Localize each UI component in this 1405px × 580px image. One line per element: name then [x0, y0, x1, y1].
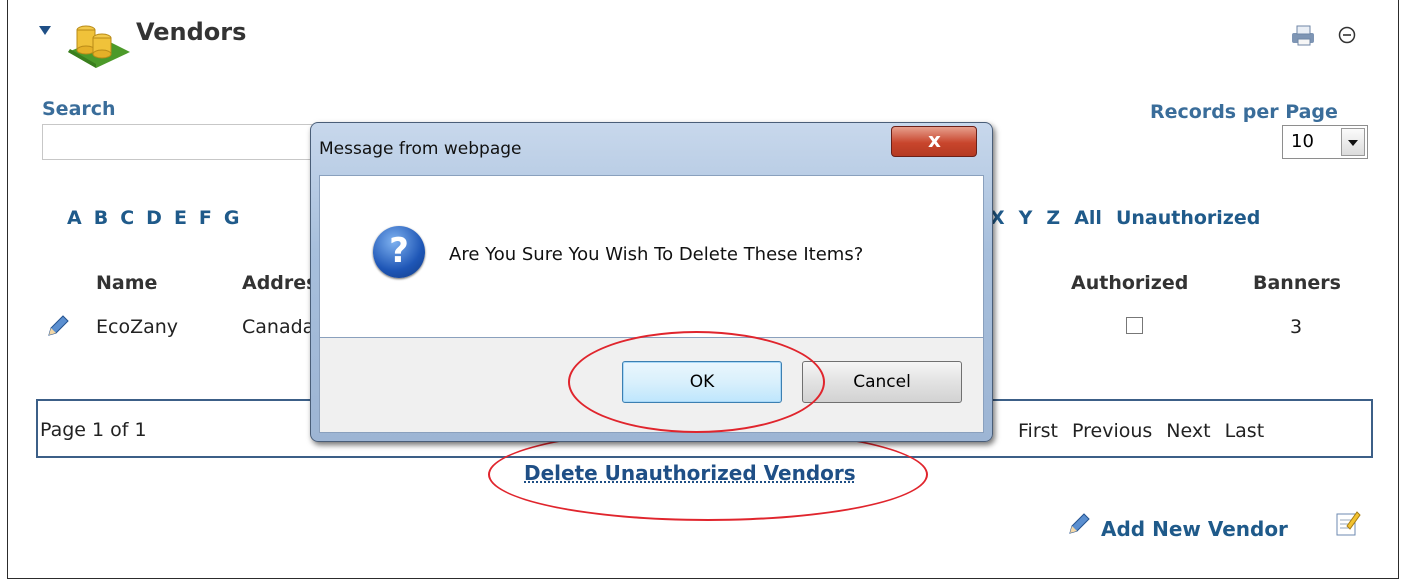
row-address: Canada [242, 316, 315, 338]
confirm-dialog: Message from webpage x ? Are You Sure Yo… [310, 122, 993, 442]
alphabet-filter-left: ABCDEFG [67, 207, 240, 229]
column-header-name[interactable]: Name [96, 272, 157, 294]
minimize-icon[interactable] [1338, 26, 1356, 44]
notepad-edit-icon[interactable] [1335, 509, 1361, 537]
pager-previous-link[interactable]: Previous [1072, 420, 1152, 442]
pencil-icon[interactable] [1066, 511, 1092, 537]
row-authorized-checkbox[interactable] [1126, 317, 1143, 334]
row-banners: 3 [1290, 316, 1303, 338]
alphabet-filter-right: X Y Z All Unauthorized [990, 207, 1260, 229]
module-title: Vendors [136, 18, 247, 46]
cancel-button[interactable]: Cancel [802, 361, 962, 403]
search-input[interactable] [42, 124, 312, 160]
add-new-vendor-link[interactable]: Add New Vendor [1101, 517, 1288, 541]
delete-unauthorized-vendors-link[interactable]: Delete Unauthorized Vendors [524, 461, 856, 485]
row-name: EcoZany [96, 316, 179, 338]
column-header-banners[interactable]: Banners [1253, 272, 1341, 294]
edit-pencil-icon[interactable] [45, 313, 71, 339]
column-header-authorized[interactable]: Authorized [1071, 272, 1188, 294]
alpha-link-e[interactable]: E [174, 207, 187, 229]
search-label: Search [42, 98, 116, 120]
close-icon: x [928, 128, 941, 152]
dialog-message: Are You Sure You Wish To Delete These It… [449, 244, 864, 265]
alpha-link-g[interactable]: G [224, 207, 240, 229]
alpha-link-b[interactable]: B [94, 207, 108, 229]
dialog-title: Message from webpage [319, 139, 522, 159]
collapse-triangle-icon[interactable] [39, 26, 51, 36]
alpha-link-f[interactable]: F [199, 207, 212, 229]
records-per-page-label: Records per Page [1150, 101, 1338, 123]
alpha-link-y[interactable]: Y [1019, 207, 1033, 229]
alpha-link-z[interactable]: Z [1046, 207, 1060, 229]
dialog-body: ? Are You Sure You Wish To Delete These … [319, 175, 984, 338]
chevron-down-icon[interactable] [1341, 128, 1365, 156]
records-per-page-value: 10 [1291, 131, 1314, 152]
pager-nav: First Previous Next Last [1018, 420, 1264, 442]
dialog-footer: OK Cancel [319, 338, 984, 433]
pager-first-link[interactable]: First [1018, 420, 1058, 442]
alpha-link-c[interactable]: C [120, 207, 134, 229]
vendors-coins-icon [68, 25, 130, 68]
alpha-link-unauthorized[interactable]: Unauthorized [1116, 207, 1260, 229]
alpha-link-a[interactable]: A [67, 207, 82, 229]
alpha-link-all[interactable]: All [1074, 207, 1102, 229]
ok-button[interactable]: OK [622, 361, 782, 403]
dialog-close-button[interactable]: x [891, 126, 977, 157]
question-icon: ? [373, 226, 425, 278]
records-per-page-select[interactable]: 10 [1282, 125, 1368, 159]
page-info: Page 1 of 1 [40, 419, 147, 441]
pager-last-link[interactable]: Last [1225, 420, 1265, 442]
alpha-link-d[interactable]: D [146, 207, 162, 229]
pager-next-link[interactable]: Next [1166, 420, 1210, 442]
print-icon[interactable] [1290, 24, 1318, 46]
